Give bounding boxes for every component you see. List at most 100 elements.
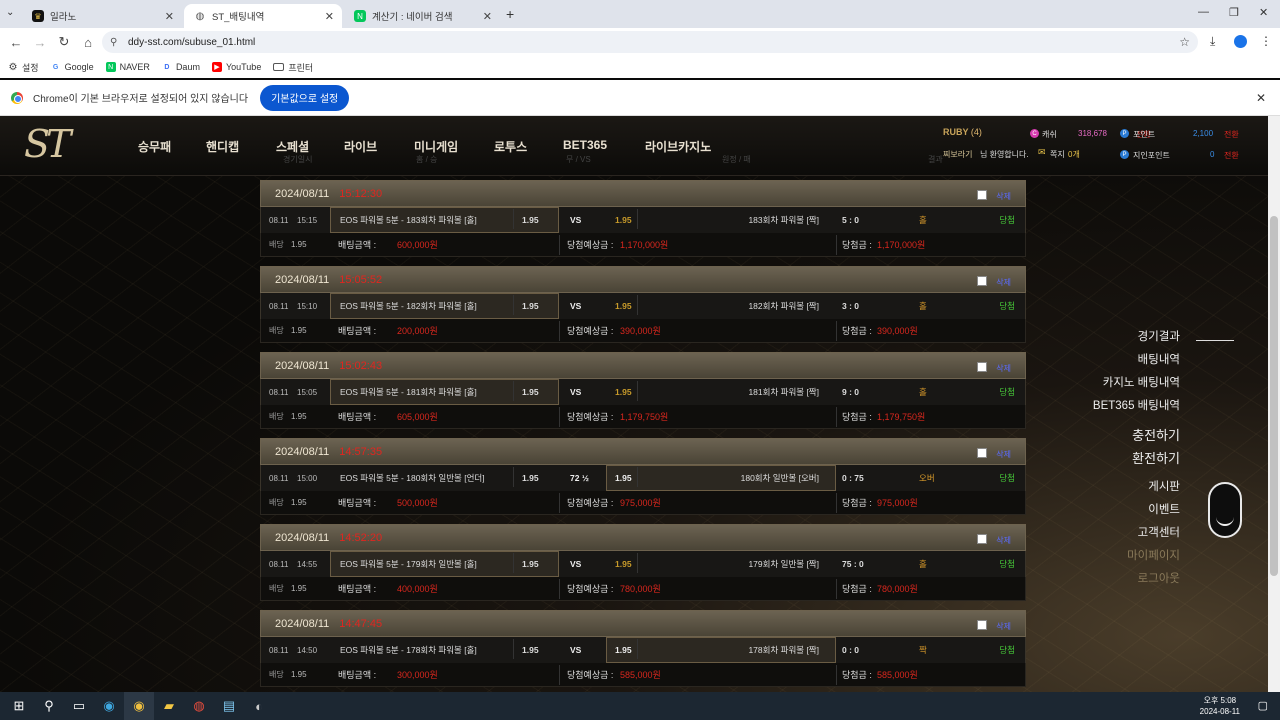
side-menu-item-casino-history[interactable]: 카지노 배팅내역 xyxy=(1093,372,1180,395)
minimize-button[interactable]: — xyxy=(1198,6,1209,18)
nav-item[interactable]: 로투스 xyxy=(494,138,527,155)
side-menu-item-board[interactable]: 게시판 xyxy=(1093,476,1180,499)
bet-card: 2024/08/11 15:02:43 삭제 08.11 15:05 EOS 파워볼 5분… xyxy=(260,352,1026,431)
side-menu-item-withdraw[interactable]: 환전하기 xyxy=(1093,447,1180,470)
amount-label: 배팅금액 : xyxy=(338,498,377,508)
nav-item[interactable]: 핸디캡 xyxy=(206,138,239,155)
table-header-ghost: 결과 xyxy=(928,155,943,164)
tab-search-button[interactable]: ⌄ xyxy=(6,7,14,18)
delete-link[interactable]: 삭제 xyxy=(996,621,1011,632)
message-label[interactable]: 쪽지 xyxy=(1050,149,1065,160)
scrollbar-thumb[interactable] xyxy=(1270,216,1278,576)
select-checkbox[interactable] xyxy=(977,620,987,630)
nav-item[interactable]: BET365 xyxy=(563,138,607,152)
bookmark-google[interactable]: G Google xyxy=(51,62,94,72)
tab-2[interactable]: ◍ ST_배팅내역 ✕ xyxy=(184,4,342,28)
new-tab-button[interactable]: + xyxy=(506,6,514,22)
bet-match-row: 08.11 15:10 EOS 파워볼 5분 - 182회차 파워볼 [홀] 1.95… xyxy=(260,293,1026,319)
match-time: 15:10 xyxy=(297,301,318,311)
close-tab-icon[interactable]: ✕ xyxy=(165,10,174,23)
app-icon[interactable]: ◐ xyxy=(244,692,274,720)
file-explorer-icon[interactable]: ▰ xyxy=(154,692,184,720)
edge-icon[interactable]: ◉ xyxy=(94,692,124,720)
site-info-icon[interactable]: ⚲ xyxy=(110,37,117,48)
delete-link[interactable]: 삭제 xyxy=(996,449,1011,460)
notification-icon[interactable]: ▢ xyxy=(1258,699,1268,712)
side-menu-item-bet365-history[interactable]: BET365 배팅내역 xyxy=(1093,395,1180,418)
home-icon[interactable]: ⌂ xyxy=(76,35,100,50)
bookmark-folder-printer[interactable]: 프린터 xyxy=(273,61,313,74)
notepad-icon[interactable]: ▤ xyxy=(214,692,244,720)
select-checkbox[interactable] xyxy=(977,362,987,372)
chrome-taskbar-icon[interactable]: ◉ xyxy=(124,692,154,720)
delete-link[interactable]: 삭제 xyxy=(996,277,1011,288)
delete-link[interactable]: 삭제 xyxy=(996,191,1011,202)
cell-divider xyxy=(513,381,514,401)
home-odds: 1.95 xyxy=(522,387,539,397)
side-menu-item-event[interactable]: 이벤트 xyxy=(1093,499,1180,522)
expected-label: 당첨예상금 : xyxy=(567,670,614,680)
nav-item[interactable]: 미니게임 xyxy=(414,138,458,155)
menu-icon[interactable]: ⋮ xyxy=(1260,34,1272,48)
forward-icon[interactable]: → xyxy=(28,35,52,50)
tab-3[interactable]: N 계산기 : 네이버 검색 ✕ xyxy=(344,4,500,28)
bet-time: 14:57:35 xyxy=(339,445,383,458)
bookmark-naver[interactable]: N NAVER xyxy=(105,62,150,72)
window-close-button[interactable]: ✕ xyxy=(1259,6,1268,19)
back-icon[interactable]: ← xyxy=(4,35,28,50)
nav-item[interactable]: 라이브 xyxy=(344,138,377,155)
close-icon[interactable]: ✕ xyxy=(1256,91,1266,105)
set-default-button[interactable]: 기본값으로 설정 xyxy=(260,84,350,111)
win-amount: 390,000원 xyxy=(877,326,918,336)
windows-start-icon[interactable]: ⊞ xyxy=(4,692,34,720)
tab-1[interactable]: ♛ 일라노 ✕ xyxy=(22,4,182,28)
system-clock[interactable]: 오후 5:08 2024-08-11 xyxy=(1200,695,1240,717)
close-tab-icon[interactable]: ✕ xyxy=(325,10,334,23)
side-menu-item-support[interactable]: 고객센터 xyxy=(1093,522,1180,545)
scroll-top-button[interactable] xyxy=(1208,482,1242,538)
maximize-button[interactable]: ❐ xyxy=(1229,6,1239,19)
address-bar[interactable]: ⚲ ddy-sst.com/subuse_01.html ☆ xyxy=(102,31,1198,53)
reload-icon[interactable]: ↻ xyxy=(52,34,76,50)
bookmark-settings[interactable]: ⚙ 설정 xyxy=(8,61,39,74)
select-checkbox[interactable] xyxy=(977,276,987,286)
side-menu-item-mypage[interactable]: 마이페이지 xyxy=(1093,545,1180,568)
match-result: 오버 xyxy=(919,473,935,483)
bookmark-youtube[interactable]: ▶ YouTube xyxy=(211,62,262,72)
bet-card: 2024/08/11 15:12:30 삭제 08.11 15:15 EOS 파워볼 5분… xyxy=(260,180,1026,259)
page-scrollbar[interactable] xyxy=(1268,116,1280,692)
delete-link[interactable]: 삭제 xyxy=(996,535,1011,546)
message-icon[interactable]: ✉ xyxy=(1038,147,1046,158)
side-menu-item-bet-history[interactable]: 배팅내역 xyxy=(1093,349,1180,372)
delete-link[interactable]: 삭제 xyxy=(996,363,1011,374)
download-icon[interactable]: ⤓ xyxy=(1210,34,1215,49)
site-logo[interactable]: ST xyxy=(24,122,71,166)
referral-exchange-link[interactable]: 전환 xyxy=(1224,150,1239,161)
select-checkbox[interactable] xyxy=(977,190,987,200)
bookmark-star-icon[interactable]: ☆ xyxy=(1179,35,1190,49)
windows-taskbar: ⊞ ⚲ ▭ ◉ ◉ ▰ ◍ ▤ ◐ 오후 5:08 2024-08-11 ▢ xyxy=(0,692,1280,720)
bookmark-label: YouTube xyxy=(225,62,262,72)
task-view-icon[interactable]: ▭ xyxy=(64,692,94,720)
side-menu-item-logout[interactable]: 로그아웃 xyxy=(1093,568,1180,591)
rate-value: 1.95 xyxy=(291,584,307,593)
away-odds: 1.95 xyxy=(615,645,632,655)
select-checkbox[interactable] xyxy=(977,534,987,544)
close-tab-icon[interactable]: ✕ xyxy=(483,10,492,23)
bookmark-daum[interactable]: D Daum xyxy=(162,62,200,72)
home-odds: 1.95 xyxy=(522,301,539,311)
select-checkbox[interactable] xyxy=(977,448,987,458)
match-result: 홀 xyxy=(919,215,927,225)
nav-item[interactable]: 승무패 xyxy=(138,138,171,155)
nav-item[interactable]: 라이브카지노 xyxy=(645,138,711,155)
side-menu-item-deposit[interactable]: 충전하기 xyxy=(1093,424,1180,447)
message-count[interactable]: 0개 xyxy=(1068,149,1080,160)
nav-item[interactable]: 스페셜 xyxy=(276,138,309,155)
search-icon[interactable]: ⚲ xyxy=(34,692,64,720)
match-date: 08.11 xyxy=(269,301,289,311)
app-icon[interactable]: ◍ xyxy=(184,692,214,720)
cell-divider xyxy=(513,209,514,229)
point-exchange-link[interactable]: 전환 xyxy=(1224,129,1239,140)
profile-icon[interactable] xyxy=(1234,35,1247,48)
side-menu-item-results[interactable]: 경기결과 xyxy=(1093,326,1180,349)
